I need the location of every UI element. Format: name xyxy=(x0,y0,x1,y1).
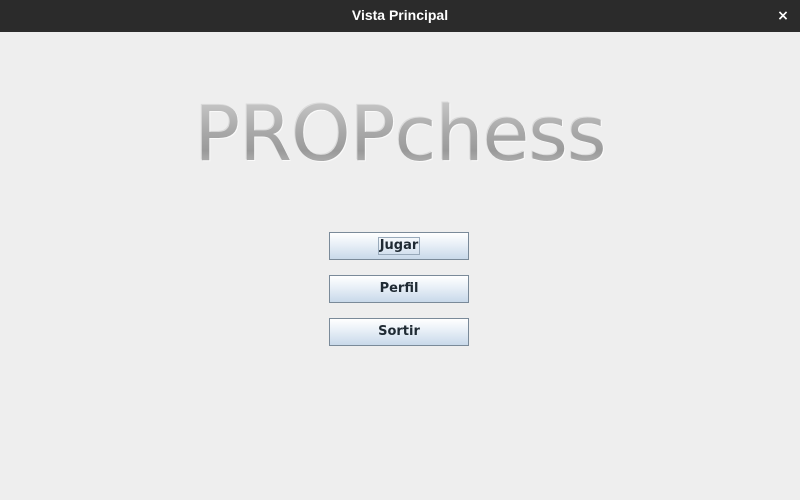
window-title: Vista Principal xyxy=(351,7,449,23)
jugar-button[interactable]: Jugar xyxy=(329,232,469,260)
app-logo: PROPchess xyxy=(194,89,606,178)
title-bar: Vista Principal × xyxy=(0,0,800,32)
close-icon[interactable]: × xyxy=(774,7,792,25)
logo-container: PROPchess xyxy=(0,92,800,182)
sortir-button[interactable]: Sortir xyxy=(329,318,469,346)
jugar-button-label: Jugar xyxy=(377,237,421,255)
perfil-button[interactable]: Perfil xyxy=(329,275,469,303)
main-window: Vista Principal × PROPchess Jugar Perfil… xyxy=(0,0,800,500)
